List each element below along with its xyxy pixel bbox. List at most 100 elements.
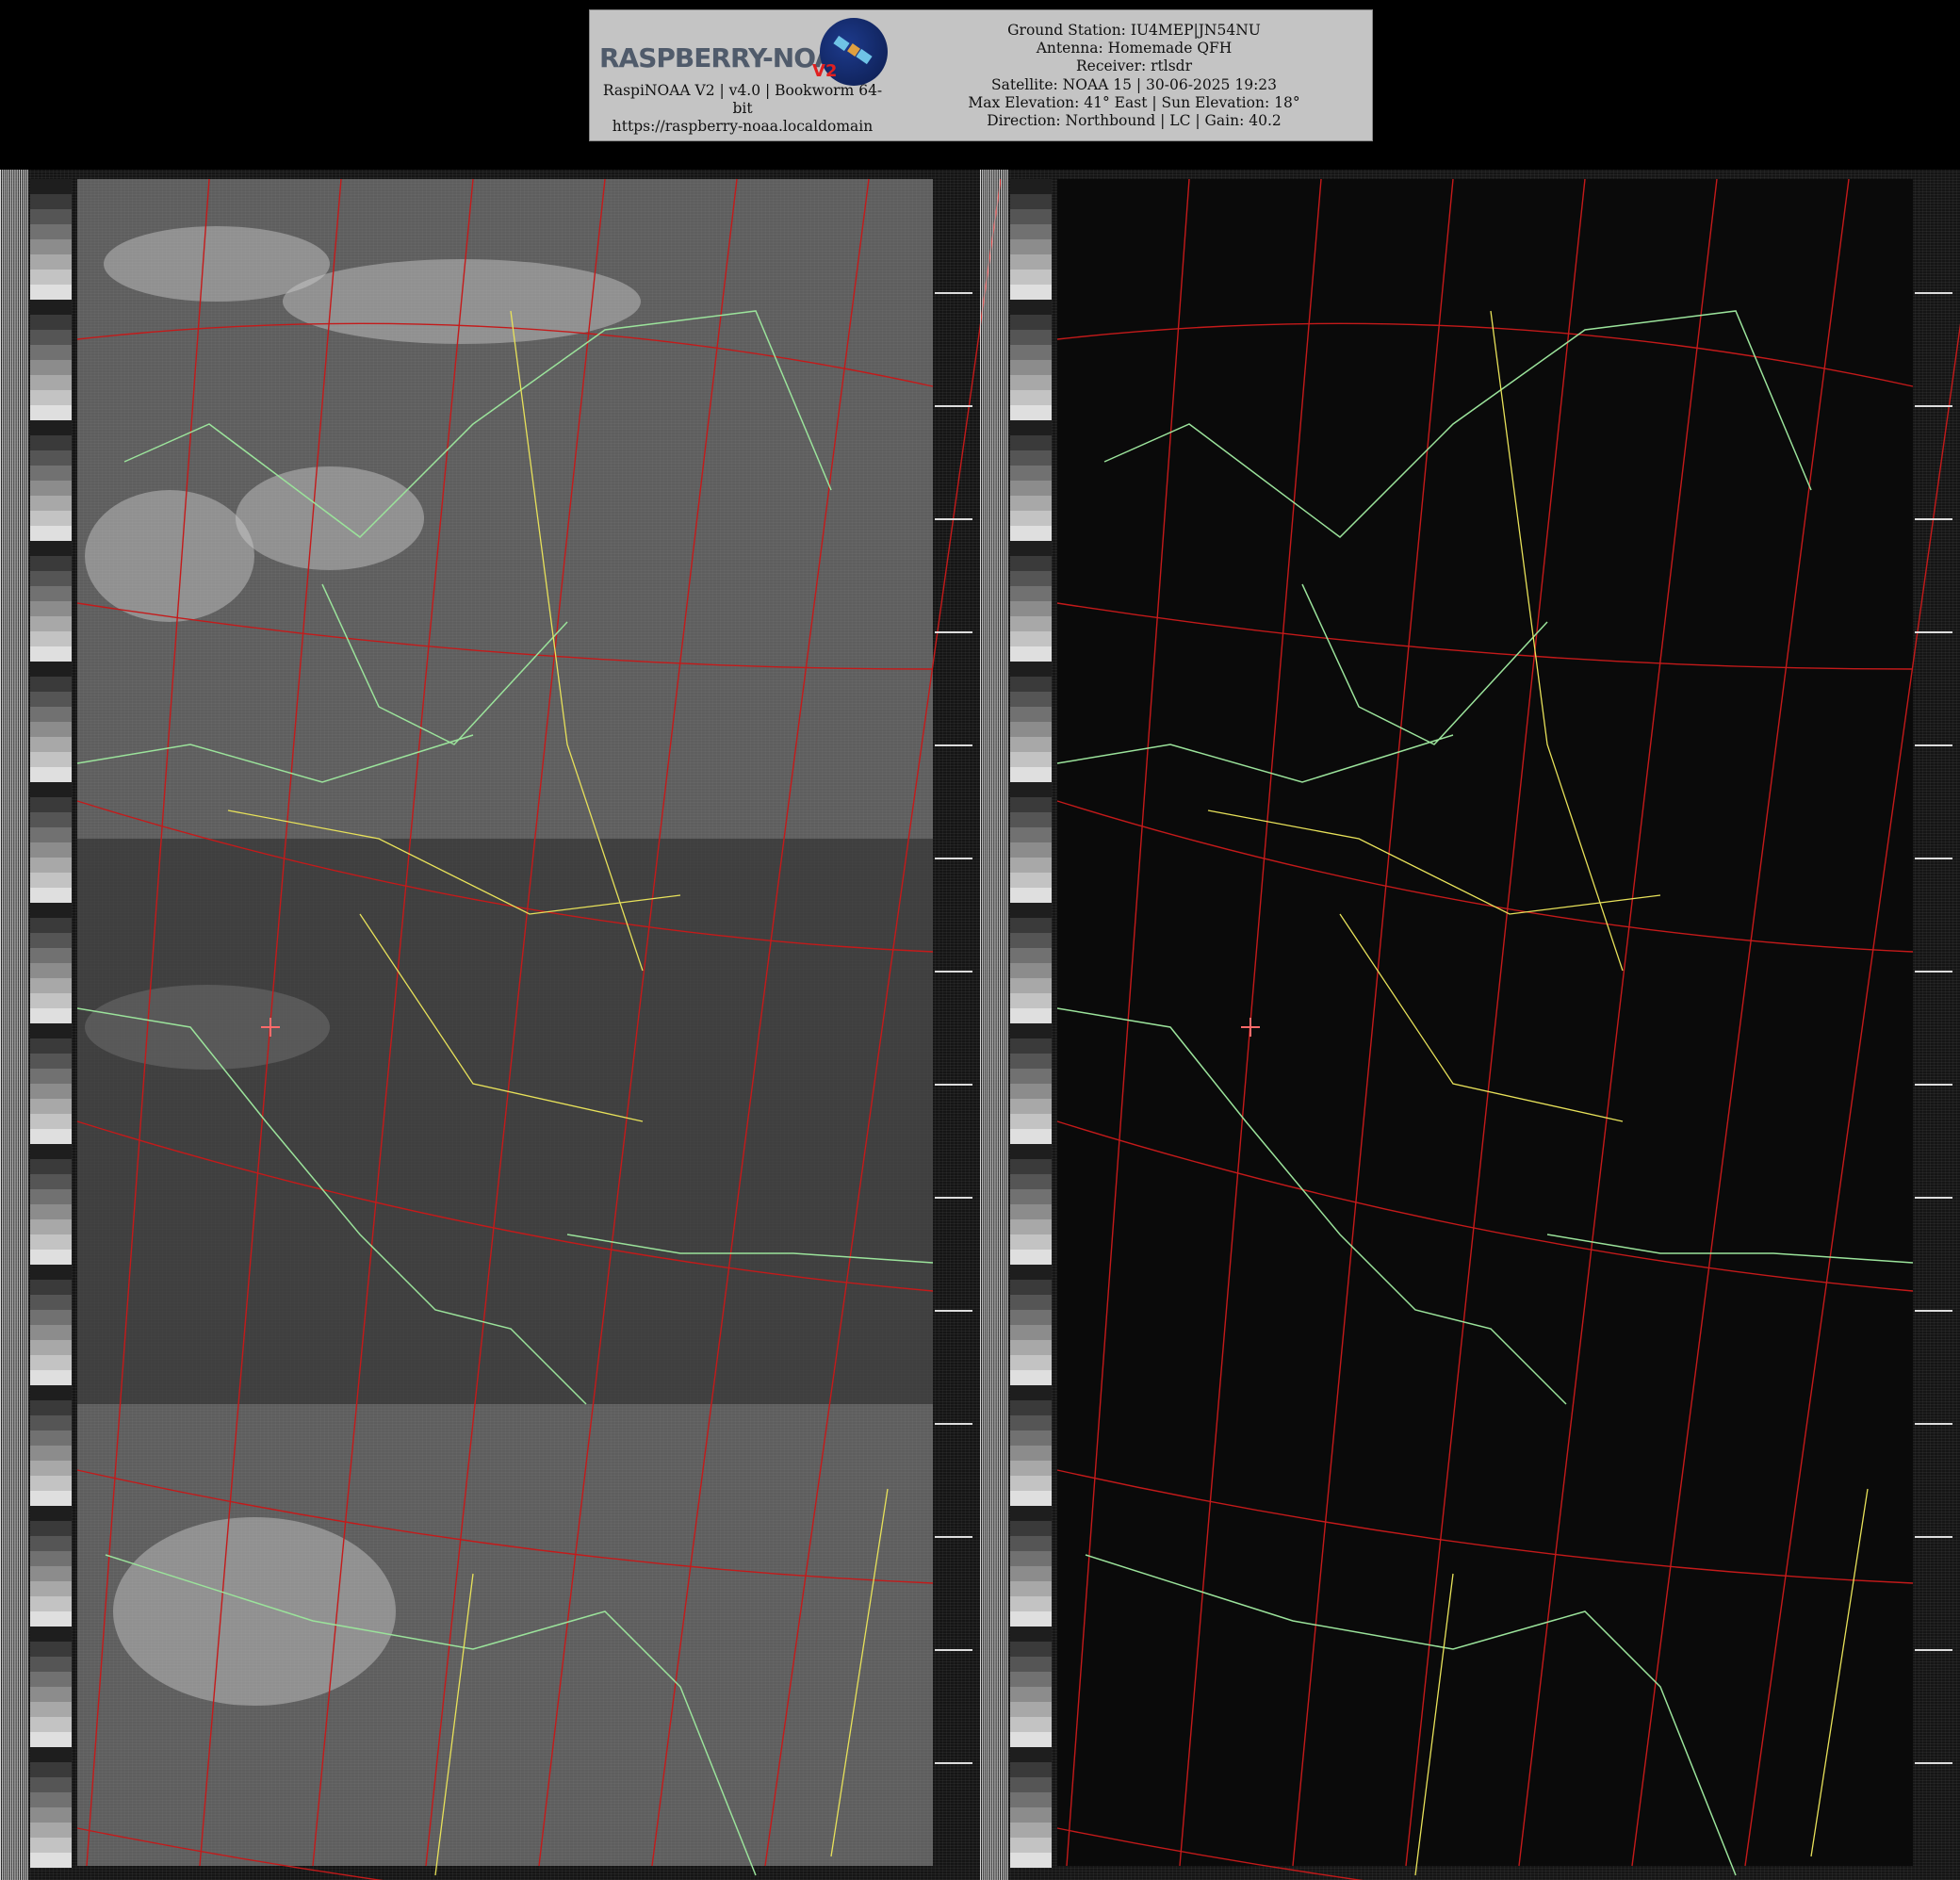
- telemetry-wedge-step: [1010, 1310, 1052, 1325]
- telemetry-wedge-step: [1010, 390, 1052, 405]
- sync-stripe: [984, 170, 986, 1880]
- telemetry-wedge-step: [30, 209, 72, 224]
- telemetry-wedge-step: [1010, 948, 1052, 963]
- telemetry-wedge-step: [30, 993, 72, 1008]
- telemetry-wedge-step: [1010, 918, 1052, 933]
- minute-marker: [1915, 1084, 1952, 1086]
- telemetry-wedge-step: [1010, 1114, 1052, 1129]
- minute-marker: [1915, 518, 1952, 520]
- telemetry-wedge-step: [1010, 1084, 1052, 1099]
- telemetry-wedge-step: [1010, 1461, 1052, 1476]
- telemetry-wedge-step: [30, 1174, 72, 1189]
- telemetry-wedge-step: [30, 677, 72, 692]
- telemetry-wedge-step: [1010, 752, 1052, 767]
- sync-stripe: [1004, 170, 1006, 1880]
- telemetry-wedge-step: [1010, 646, 1052, 662]
- telemetry-wedge-step: [1010, 1174, 1052, 1189]
- telemetry-wedge-step: [30, 1250, 72, 1265]
- telemetry-wedge-step: [30, 948, 72, 963]
- telemetry-wedge-step: [1010, 601, 1052, 616]
- telemetry-wedge-step: [30, 933, 72, 948]
- software-info: RaspiNOAA V2 | v4.0 | Bookworm 64- bit h…: [592, 82, 893, 136]
- image-panel-infrared: [980, 170, 1960, 1880]
- telemetry-wedge-step: [30, 752, 72, 767]
- telemetry-wedge-step: [1010, 1129, 1052, 1144]
- telemetry-wedge-step: [30, 1340, 72, 1355]
- telemetry-wedge-step: [30, 1521, 72, 1536]
- telemetry-wedge-step: [30, 1325, 72, 1340]
- sync-stripe: [0, 170, 2, 1880]
- telemetry-wedge-step: [30, 1672, 72, 1687]
- telemetry-wedge-step: [30, 1823, 72, 1838]
- sync-stripe: [12, 170, 14, 1880]
- telemetry-wedge-step: [1010, 1265, 1052, 1280]
- telemetry-wedge-step: [30, 586, 72, 601]
- telemetry-wedge-step: [30, 285, 72, 300]
- telemetry-wedge-step: [30, 631, 72, 646]
- telemetry-wedge-step: [30, 1204, 72, 1219]
- telemetry-wedge-step: [30, 526, 72, 541]
- telemetry-wedge-step: [1010, 1038, 1052, 1054]
- telemetry-wedge-step: [1010, 1596, 1052, 1611]
- minute-marker: [935, 1649, 972, 1651]
- apt-image-svg: [0, 170, 1960, 1880]
- telemetry-wedge-step: [30, 1596, 72, 1611]
- telemetry-wedge-step: [1010, 1536, 1052, 1551]
- telemetry-wedge-step: [1010, 1581, 1052, 1596]
- telemetry-wedge-step: [30, 330, 72, 345]
- telemetry-wedge-step: [30, 254, 72, 270]
- telemetry-wedge-step: [1010, 405, 1052, 420]
- telemetry-wedge-step: [1010, 1325, 1052, 1340]
- telemetry-wedge-step: [1010, 586, 1052, 601]
- telemetry-wedge-step: [30, 194, 72, 209]
- telemetry-wedge-step: [30, 1792, 72, 1807]
- minute-marker: [935, 971, 972, 973]
- telemetry-wedge-step: [1010, 812, 1052, 827]
- telemetry-wedge-step: [30, 1536, 72, 1551]
- telemetry-wedge-step: [1010, 1792, 1052, 1807]
- telemetry-wedge-step: [1010, 496, 1052, 511]
- telemetry-wedge-step: [1010, 375, 1052, 390]
- minute-marker: [935, 518, 972, 520]
- telemetry-wedge-step: [30, 405, 72, 420]
- telemetry-wedge-step: [1010, 300, 1052, 315]
- telemetry-wedge-step: [30, 1370, 72, 1385]
- telemetry-wedge-step: [30, 224, 72, 239]
- sync-stripe: [994, 170, 996, 1880]
- minute-marker: [935, 292, 972, 294]
- telemetry-wedge-step: [30, 903, 72, 918]
- telemetry-wedge-step: [1010, 631, 1052, 646]
- telemetry-wedge-step: [30, 1611, 72, 1627]
- sync-stripe: [980, 170, 982, 1880]
- telemetry-wedge-step: [30, 239, 72, 254]
- sync-stripe: [21, 170, 23, 1880]
- telemetry-wedge-step: [1010, 1189, 1052, 1204]
- telemetry-wedge-step: [1010, 1853, 1052, 1868]
- telemetry-wedge-step: [30, 435, 72, 450]
- telemetry-wedge-step: [1010, 888, 1052, 903]
- telemetry-wedge-step: [30, 1807, 72, 1823]
- sync-stripe: [2, 170, 4, 1880]
- cloud-patch: [85, 490, 254, 622]
- telemetry-wedge-step: [30, 722, 72, 737]
- sync-stripe: [14, 170, 16, 1880]
- direction-gain: Direction: Northbound | LC | Gain: 40.2: [987, 112, 1282, 130]
- telemetry-wedge-step: [30, 1069, 72, 1084]
- sync-stripe: [18, 170, 20, 1880]
- telemetry-wedge-step: [1010, 1672, 1052, 1687]
- telemetry-wedge-step: [30, 1114, 72, 1129]
- telemetry-wedge-step: [30, 1491, 72, 1506]
- telemetry-wedge-step: [1010, 797, 1052, 812]
- telemetry-wedge-step: [30, 873, 72, 888]
- telemetry-wedge-step: [30, 1129, 72, 1144]
- telemetry-wedge-step: [1010, 1732, 1052, 1747]
- telemetry-wedge-step: [1010, 1521, 1052, 1536]
- telemetry-wedge-step: [1010, 1159, 1052, 1174]
- telemetry-wedge-step: [30, 1054, 72, 1069]
- telemetry-wedge-step: [1010, 662, 1052, 677]
- minute-marker: [1915, 292, 1952, 294]
- telemetry-wedge-step: [1010, 1054, 1052, 1069]
- satellite-pass: Satellite: NOAA 15 | 30-06-2025 19:23: [990, 75, 1278, 93]
- software-line: RaspiNOAA V2 | v4.0 | Bookworm 64-: [602, 82, 883, 99]
- telemetry-wedge-step: [30, 1265, 72, 1280]
